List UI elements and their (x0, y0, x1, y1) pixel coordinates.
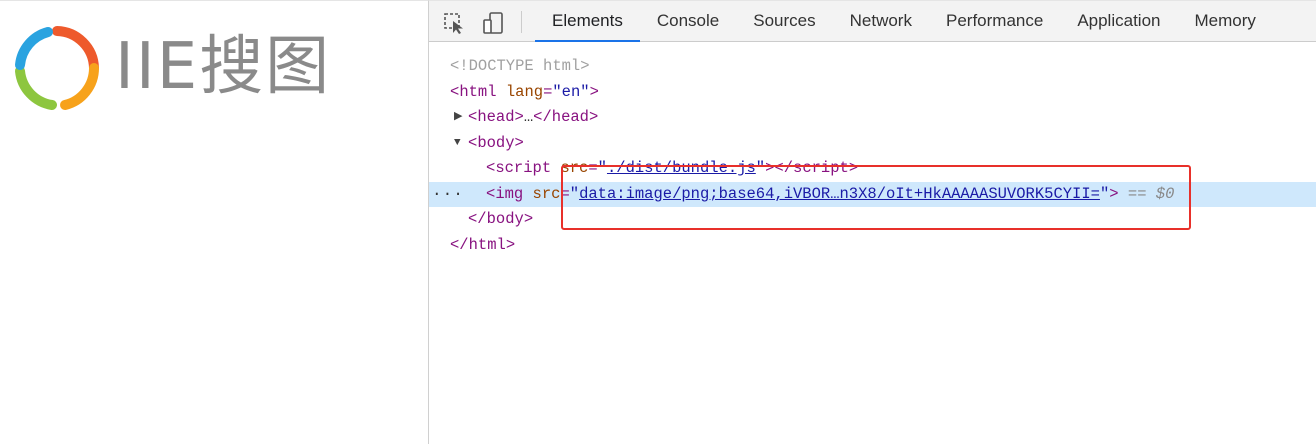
dom-node-html[interactable]: <html lang="en"> (429, 80, 1316, 106)
devtools-tabs: Elements Console Sources Network Perform… (535, 1, 1273, 42)
collapse-triangle-icon[interactable]: ▼ (454, 131, 461, 157)
script-tag-name: script (495, 159, 552, 177)
html-attr-value: "en" (552, 82, 590, 101)
html-attr-name: lang (505, 82, 544, 101)
tab-sources[interactable]: Sources (736, 1, 832, 42)
tab-memory[interactable]: Memory (1177, 1, 1272, 42)
devtools-tabbar: Elements Console Sources Network Perform… (429, 1, 1316, 42)
tab-application[interactable]: Application (1060, 1, 1177, 42)
inspect-element-icon[interactable] (442, 11, 466, 35)
doctype-text: <!DOCTYPE html> (450, 57, 590, 75)
annotation-highlight-box (561, 165, 1191, 230)
img-tag-name: img (495, 184, 524, 203)
html-tag-name: html (459, 82, 497, 101)
body-tag-name: body (477, 133, 515, 152)
dom-node-head[interactable]: ▶ <head>…</head> (429, 105, 1316, 131)
tab-performance[interactable]: Performance (929, 1, 1060, 42)
tab-elements[interactable]: Elements (535, 1, 640, 42)
body-close-name: body (486, 210, 524, 228)
expand-triangle-icon[interactable]: ▶ (454, 105, 462, 131)
iie-logo: IIE搜图 (10, 23, 370, 113)
html-close-name: html (468, 235, 506, 254)
logo-text: IIE搜图 (115, 30, 332, 104)
page-viewport: IIE搜图 (0, 0, 428, 444)
row-menu-icon[interactable]: ··· (432, 182, 464, 208)
img-attr-name: src (532, 184, 561, 203)
dom-node-doctype[interactable]: <!DOCTYPE html> (429, 54, 1316, 80)
tab-console[interactable]: Console (640, 1, 736, 42)
dom-node-body[interactable]: ▼ <body> (429, 131, 1316, 157)
head-close-name: head (551, 108, 589, 126)
logo-ring-icon (15, 26, 100, 110)
tab-network[interactable]: Network (833, 1, 929, 42)
dom-node-html-close[interactable]: </html> (429, 233, 1316, 259)
device-toolbar-icon[interactable] (481, 11, 505, 35)
toolbar-divider (521, 11, 522, 33)
head-ellipsis: … (523, 108, 534, 126)
head-tag-name: head (477, 108, 515, 126)
